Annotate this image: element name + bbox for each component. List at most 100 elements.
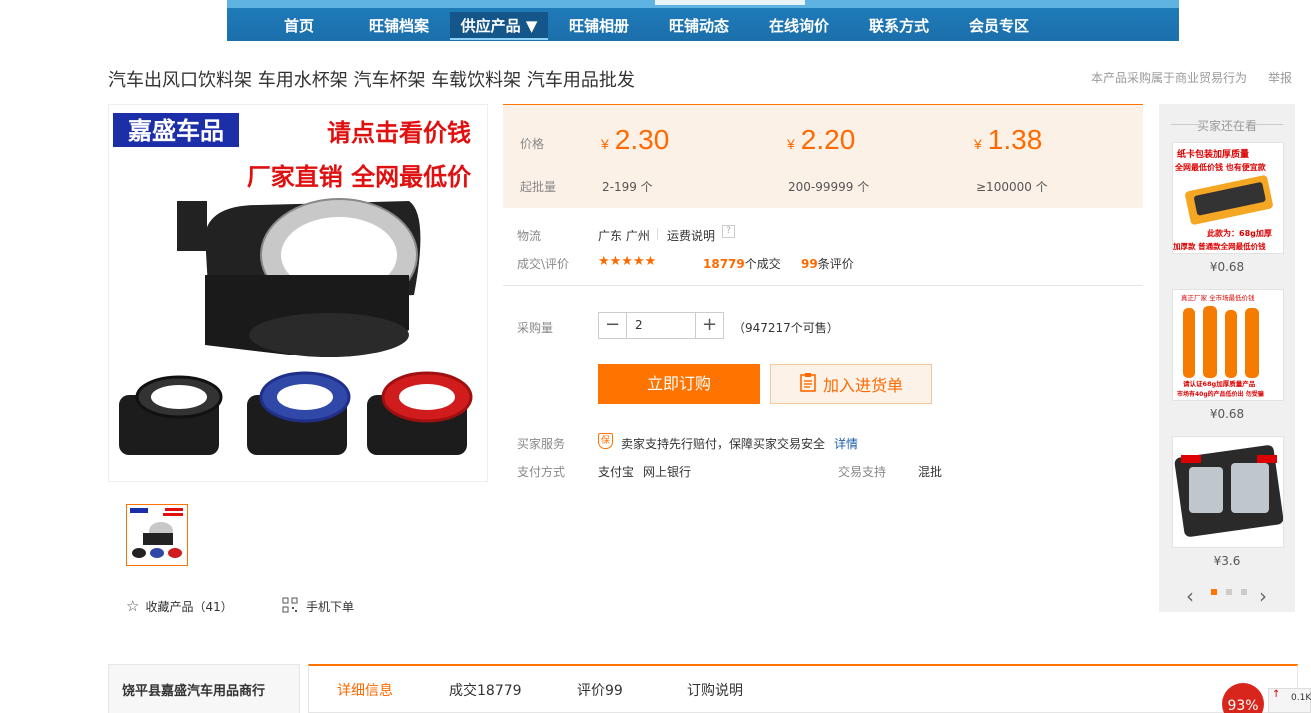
favorite-product[interactable]: ☆ 收藏产品（41）	[126, 597, 233, 615]
quantity-stepper: − 2 +	[598, 312, 724, 339]
payment-method-bank: 网上银行	[643, 465, 692, 479]
deal-suffix: 个成交	[744, 257, 781, 271]
service-text: 卖家支持先行赔付，保障买家交易安全	[621, 437, 826, 451]
add-to-cart-button[interactable]: 加入进货单	[770, 364, 932, 404]
logistics-location: 广东 广州	[598, 229, 650, 243]
payment-method-alipay: 支付宝	[598, 465, 635, 479]
quantity-input[interactable]: 2	[626, 313, 696, 338]
report-link[interactable]: 举报	[1268, 69, 1292, 86]
divider	[657, 228, 658, 240]
promo-slogan: 厂家直销 全网最低价	[247, 163, 472, 191]
thumbnail-1[interactable]	[126, 504, 188, 566]
recommend-image-3	[1174, 445, 1283, 537]
recommend-title: 买家还在看	[1159, 117, 1295, 134]
nav-inquiry[interactable]: 在线询价	[757, 12, 841, 40]
tab-deals[interactable]: 成交18779	[449, 680, 522, 700]
thumbnail-image	[129, 507, 185, 563]
range-tier-1: 2-199 个	[602, 180, 653, 194]
star-outline-icon: ☆	[126, 597, 140, 615]
service-label: 买家服务	[517, 437, 566, 451]
deals-label: 成交\评价	[517, 257, 570, 271]
shipping-link[interactable]: 运费说明	[667, 227, 715, 244]
tab-order-notes[interactable]: 订购说明	[687, 680, 743, 700]
shield-icon: 保	[598, 433, 613, 449]
rec1-caption-foot: 加厚款 普通款全网最低价钱	[1173, 241, 1266, 251]
range-tier-2: 200-99999 个	[788, 180, 870, 194]
vent-clip	[177, 201, 207, 251]
nav-home[interactable]: 首页	[269, 12, 329, 40]
section-divider	[503, 285, 1143, 286]
carousel-dot-3[interactable]	[1241, 589, 1247, 595]
price-tier-3-value: 1.38	[987, 124, 1043, 155]
rec2-caption-top: 真正厂家 全市场最低价钱	[1181, 293, 1255, 302]
banner-pill	[655, 0, 805, 5]
review-count[interactable]: 99条评价	[801, 255, 854, 272]
recommend-image-2: 真正厂家 全市场最低价钱 请认证68g加厚质量产品 市场有40g的产品低价出 勿…	[1177, 293, 1264, 398]
nav-products[interactable]: 供应产品 ▼	[450, 11, 548, 40]
currency-symbol: ¥	[601, 136, 609, 152]
trade-support-value: 混批	[918, 465, 943, 479]
speed-widget: ↑ 0.1K	[1268, 688, 1311, 713]
prev-arrow-icon[interactable]: ‹	[1186, 584, 1194, 608]
clipboard-icon	[799, 372, 817, 396]
rating-stars-icon: ★★★★★	[598, 254, 657, 269]
nav-profile[interactable]: 旺铺档案	[357, 12, 441, 40]
trade-support-label: 交易支持	[838, 465, 887, 479]
price-tier-1-value: 2.30	[614, 124, 670, 155]
price-box: 价格 起批量 ¥2.30 ¥2.20 ¥1.38 2-199 个 200-999…	[503, 104, 1143, 208]
shop-nav: 首页 旺铺档案 供应产品 ▼ 旺铺相册 旺铺动态 在线询价 联系方式 会员专区	[227, 10, 1179, 41]
payment-label: 支付方式	[517, 465, 566, 479]
favorite-label: 收藏产品（41）	[145, 599, 233, 614]
review-count-value: 99	[801, 257, 818, 271]
nav-news[interactable]: 旺铺动态	[657, 12, 741, 40]
recommend-item-3[interactable]	[1172, 436, 1284, 548]
nav-contact[interactable]: 联系方式	[857, 12, 941, 40]
purchase-label: 采购量	[517, 321, 554, 335]
plus-button[interactable]: +	[696, 313, 723, 338]
mobile-order[interactable]: 手机下单	[282, 597, 354, 616]
buy-now-button[interactable]: 立即订购	[598, 364, 760, 404]
price-tier-3: ¥1.38	[974, 124, 1042, 156]
recommend-image-1: 纸卡包装加厚质量 全网最低价钱 也有便宜款 此款为：68g加厚 加厚款 普通款全…	[1173, 148, 1273, 251]
rec1-caption-top: 纸卡包装加厚质量	[1177, 148, 1249, 160]
mobile-order-label: 手机下单	[306, 600, 355, 614]
nav-album[interactable]: 旺铺相册	[557, 12, 641, 40]
rec2-caption-bottom: 请认证68g加厚质量产品	[1183, 379, 1256, 388]
brand-label-text: 嘉盛车品	[128, 116, 224, 145]
nav-members[interactable]: 会员专区	[957, 12, 1041, 40]
trade-notice: 本产品采购属于商业贸易行为	[1091, 71, 1248, 85]
minus-button[interactable]: −	[599, 313, 626, 338]
service-details-link[interactable]: 详情	[834, 435, 858, 452]
currency-symbol: ¥	[787, 136, 795, 152]
page-root: 首页 旺铺档案 供应产品 ▼ 旺铺相册 旺铺动态 在线询价 联系方式 会员专区 …	[0, 0, 1311, 713]
shop-name[interactable]: 饶平县嘉盛汽车用品商行	[122, 680, 265, 699]
shop-info-box: 饶平县嘉盛汽车用品商行	[108, 664, 300, 713]
detail-tabs: 详细信息 成交18779 评价99 订购说明	[308, 664, 1298, 713]
carousel-dot-2[interactable]	[1226, 589, 1232, 595]
rec2-caption-foot: 市场有40g的产品低价出 勿受骗	[1177, 390, 1264, 398]
help-icon[interactable]: ?	[722, 225, 735, 238]
price-tier-2: ¥2.20	[787, 124, 855, 156]
moq-label: 起批量	[520, 180, 557, 194]
recommend-item-2[interactable]: 真正厂家 全市场最低价钱 请认证68g加厚质量产品 市场有40g的产品低价出 勿…	[1172, 289, 1284, 401]
carousel-dot-1[interactable]	[1211, 589, 1217, 595]
price-tier-2-value: 2.20	[800, 124, 856, 155]
main-product-image[interactable]: 嘉盛车品 请点击看价钱 厂家直销 全网最低价	[108, 104, 488, 482]
price-label: 价格	[520, 137, 545, 151]
recommend-price-1: ¥0.68	[1209, 260, 1245, 274]
recommend-price-3: ¥3.6	[1213, 554, 1241, 568]
qr-code-icon	[282, 597, 298, 616]
tab-reviews[interactable]: 评价99	[577, 680, 623, 700]
holder-lower-ring	[249, 313, 409, 357]
deal-count[interactable]: 18779个成交	[703, 255, 781, 272]
promo-click-price: 请点击看价钱	[327, 119, 471, 147]
stock-text: （947217个可售）	[733, 321, 839, 335]
next-arrow-icon[interactable]: ›	[1259, 584, 1267, 608]
currency-symbol: ¥	[974, 136, 982, 152]
tab-details[interactable]: 详细信息	[337, 680, 393, 700]
recommend-item-1[interactable]: 纸卡包装加厚质量 全网最低价钱 也有便宜款 此款为：68g加厚 加厚款 普通款全…	[1172, 142, 1284, 254]
cup-holder-illustration: 嘉盛车品 请点击看价钱 厂家直销 全网最低价	[109, 105, 487, 481]
up-arrow-icon: ↑	[1272, 689, 1281, 700]
recommend-panel: 买家还在看 纸卡包装加厚质量 全网最低价钱 也有便宜款 此款为：68g加厚 加厚…	[1159, 104, 1295, 612]
rec1-caption-mid: 全网最低价钱 也有便宜款	[1174, 162, 1267, 172]
